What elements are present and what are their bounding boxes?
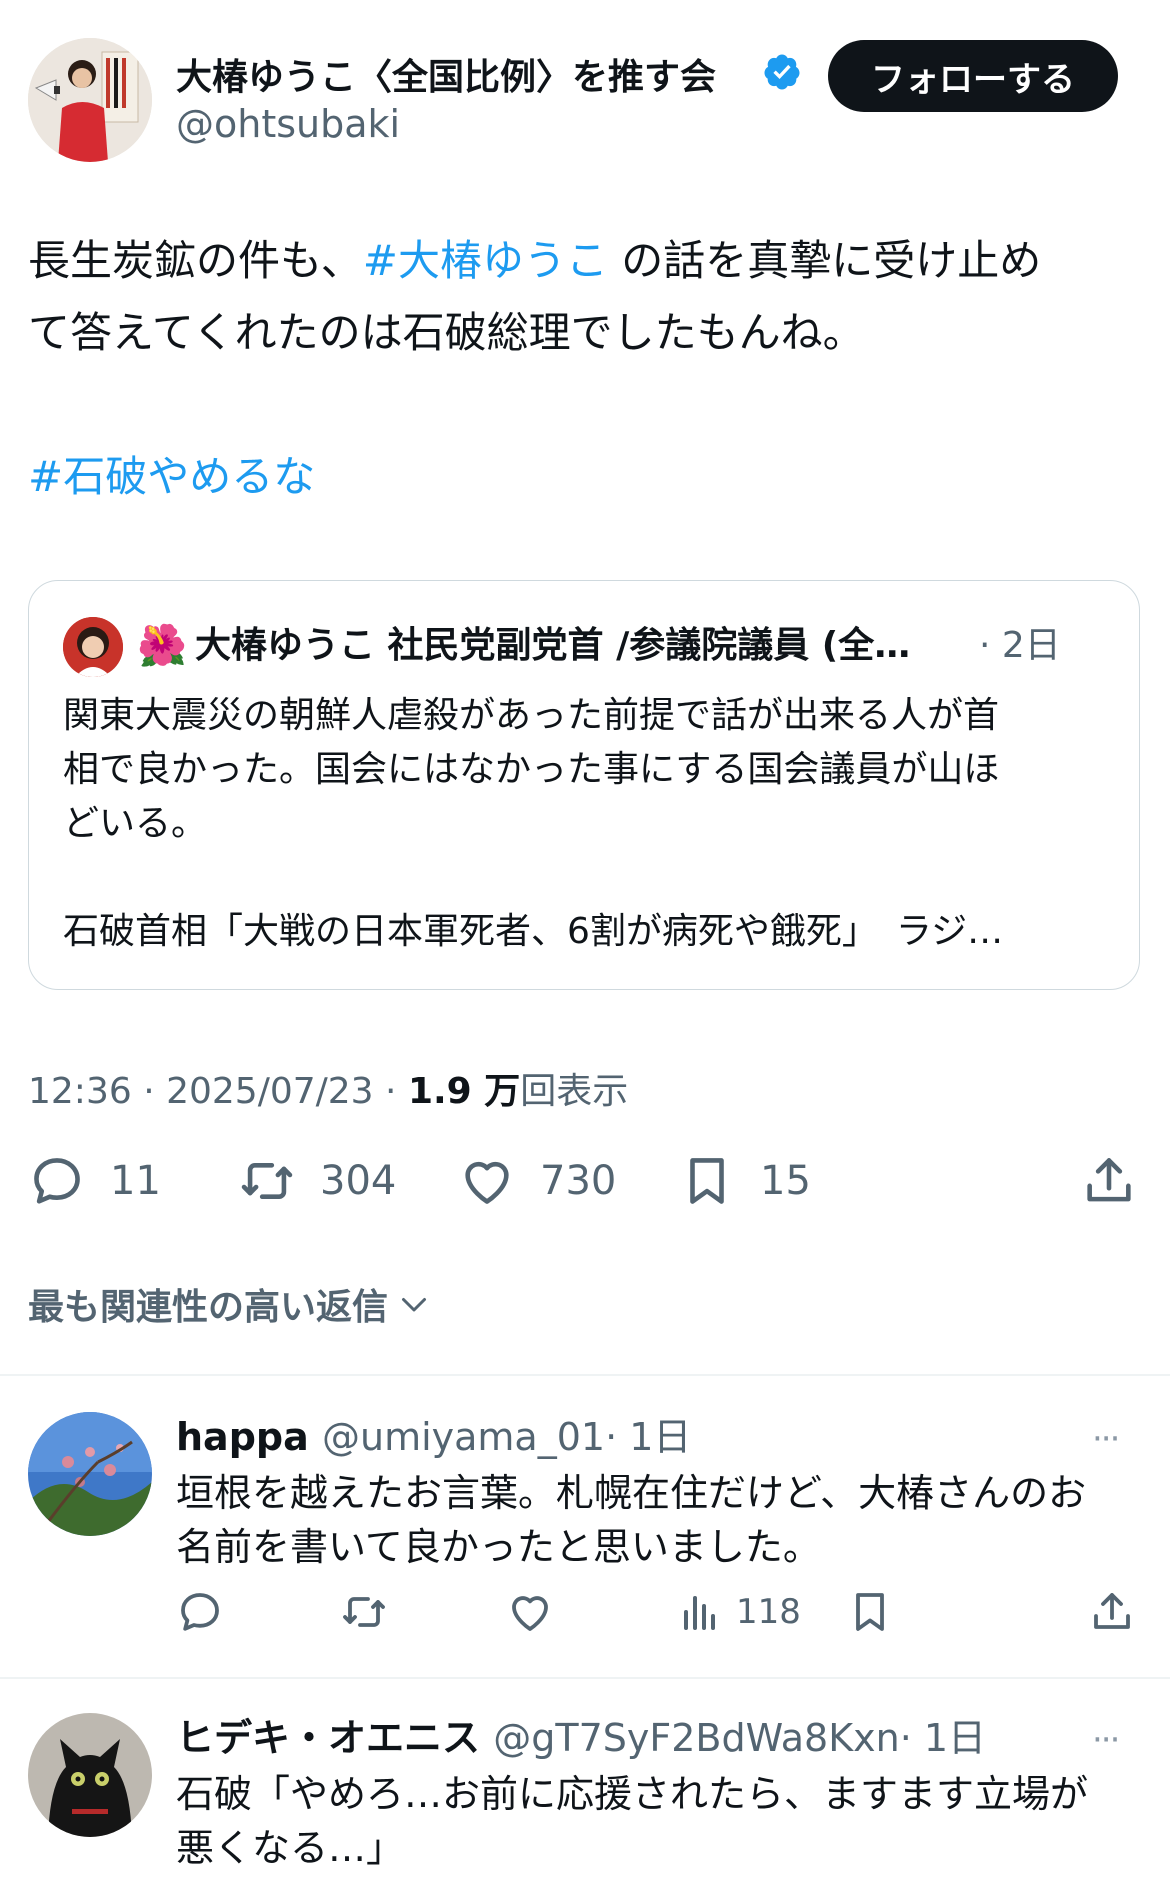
reply-sort-dropdown[interactable]: 最も関連性の高い返信 bbox=[28, 1278, 432, 1330]
reply-item[interactable]: ヒデキ・オエニス @gT7SyF2BdWa8Kxn· 1日 ··· 石破「やめろ… bbox=[0, 1713, 1170, 1887]
tweet-text-segment: 長生炭鉱の件も、 bbox=[28, 236, 363, 285]
follow-button[interactable]: フォローする bbox=[828, 40, 1118, 112]
chevron-down-icon bbox=[402, 1298, 427, 1312]
reply-like-button[interactable] bbox=[506, 1584, 554, 1640]
reply-share-button[interactable] bbox=[1088, 1584, 1136, 1640]
bookmark-icon bbox=[690, 1158, 724, 1204]
reply-author-avatar[interactable] bbox=[28, 1713, 152, 1837]
tweet-date[interactable]: 2025/07/23 bbox=[166, 1071, 374, 1112]
reply-author-display-name: happa bbox=[176, 1415, 309, 1459]
reply-line: 垣根を越えたお言葉。札幌在住だけど、大椿さんのお bbox=[176, 1471, 1087, 1515]
views-count: 1.9 万 bbox=[407, 1071, 521, 1112]
reply-reply-button[interactable] bbox=[176, 1584, 224, 1640]
reply-bookmark-button[interactable] bbox=[846, 1584, 894, 1640]
share-icon bbox=[1087, 1158, 1131, 1202]
reply-text: 石破「やめろ…お前に応援されたら、ますます立場が 悪くなる…」 bbox=[176, 1767, 1136, 1875]
reply-author-avatar[interactable] bbox=[28, 1412, 152, 1536]
tweet-line: て答えてくれたのは石破総理でしたもんね。 bbox=[28, 308, 865, 357]
reply-actions: 118 bbox=[176, 1584, 1136, 1640]
like-icon bbox=[465, 1161, 509, 1204]
reply-author-handle: @gT7SyF2BdWa8Kxn bbox=[493, 1716, 900, 1760]
quoted-tweet-card[interactable]: 🌺 大椿ゆうこ 社民党副党首 /参議院議員 (全… · 2日 関東大震災の朝鮮人… bbox=[28, 580, 1140, 990]
reply-icon bbox=[181, 1593, 219, 1631]
tweet-body: 長生炭鉱の件も、#大椿ゆうこ の話を真摯に受け止め て答えてくれたのは石破総理で… bbox=[28, 225, 1148, 513]
retweet-count: 304 bbox=[320, 1158, 397, 1204]
views-icon bbox=[684, 1596, 715, 1630]
tweet-line: 長生炭鉱の件も、#大椿ゆうこ の話を真摯に受け止め bbox=[28, 225, 1148, 297]
divider bbox=[0, 1374, 1170, 1376]
share-button[interactable] bbox=[1080, 1145, 1138, 1217]
quoted-author-avatar[interactable] bbox=[63, 617, 123, 677]
reply-line: 悪くなる…」 bbox=[176, 1826, 405, 1870]
views-label: 回表示 bbox=[520, 1071, 629, 1112]
tweet-actions: 11 304 730 15 bbox=[28, 1145, 1140, 1217]
author-avatar[interactable] bbox=[28, 38, 152, 162]
reply-sort-label: 最も関連性の高い返信 bbox=[28, 1287, 389, 1328]
tweet-header: 大椿ゆうこ〈全国比例〉を推す会 @ohtsubaki フォローする bbox=[28, 38, 1142, 162]
author-handle[interactable]: @ohtsubaki bbox=[176, 102, 400, 146]
bookmark-icon bbox=[856, 1593, 884, 1631]
reply-line: 名前を書いて良かったと思いました。 bbox=[176, 1525, 821, 1569]
reply-views-count: 118 bbox=[736, 1592, 801, 1632]
reply-author-handle: @umiyama_01 bbox=[321, 1415, 606, 1459]
hashtag-link[interactable]: #大椿ゆうこ bbox=[363, 236, 608, 285]
more-icon[interactable]: ··· bbox=[1092, 1723, 1120, 1757]
reply-time: · 1日 bbox=[605, 1415, 692, 1459]
bookmark-count: 15 bbox=[760, 1158, 811, 1204]
tweet-time[interactable]: 12:36 bbox=[28, 1071, 132, 1112]
reply-item[interactable]: happa @umiyama_01· 1日 ··· 垣根を越えたお言葉。札幌在住… bbox=[0, 1412, 1170, 1652]
bookmark-button[interactable]: 15 bbox=[678, 1145, 811, 1217]
quoted-author-name: 大椿ゆうこ 社民党副党首 /参議院議員 (全… bbox=[195, 625, 911, 666]
reply-retweet-button[interactable] bbox=[340, 1584, 388, 1640]
retweet-icon bbox=[241, 1162, 293, 1200]
reply-author-name[interactable]: ヒデキ・オエニス @gT7SyF2BdWa8Kxn· 1日 bbox=[176, 1713, 986, 1763]
quoted-tweet-text: 関東大震災の朝鮮人虐殺があった前提で話が出来る人が首 相で良かった。国会にはなか… bbox=[63, 689, 1123, 959]
reply-views-button[interactable]: 118 bbox=[676, 1584, 801, 1640]
reply-author-name[interactable]: happa @umiyama_01· 1日 bbox=[176, 1412, 691, 1462]
reply-icon bbox=[34, 1158, 80, 1204]
divider bbox=[0, 1677, 1170, 1679]
tweet-meta: 12:36 · 2025/07/23 · 1.9 万回表示 bbox=[28, 1071, 629, 1112]
quoted-tweet-time: · 2日 bbox=[979, 625, 1061, 666]
hashtag-link[interactable]: #石破やめるな bbox=[28, 452, 315, 501]
author-name[interactable]: 大椿ゆうこ〈全国比例〉を推す会 bbox=[176, 48, 716, 100]
reply-count: 11 bbox=[110, 1158, 161, 1204]
retweet-button[interactable]: 304 bbox=[238, 1145, 396, 1217]
quoted-line: 石破首相「大戦の日本軍死者、6割が病死や餓死」 ラジ… bbox=[63, 911, 1004, 952]
quoted-line: 関東大震災の朝鮮人虐殺があった前提で話が出来る人が首 bbox=[63, 695, 1000, 736]
quoted-line: 相で良かった。国会にはなかった事にする国会議員が山ほ bbox=[63, 749, 1000, 790]
like-button[interactable]: 730 bbox=[458, 1145, 616, 1217]
reply-author-display-name: ヒデキ・オエニス bbox=[176, 1716, 481, 1760]
hibiscus-emoji-icon: 🌺 bbox=[137, 623, 187, 669]
like-count: 730 bbox=[540, 1158, 617, 1204]
like-icon bbox=[512, 1596, 548, 1631]
retweet-icon bbox=[343, 1597, 385, 1627]
share-icon bbox=[1094, 1593, 1130, 1629]
reply-button[interactable]: 11 bbox=[28, 1145, 161, 1217]
reply-line: 石破「やめろ…お前に応援されたら、ますます立場が bbox=[176, 1772, 1089, 1816]
verified-badge-icon bbox=[762, 52, 802, 92]
reply-text: 垣根を越えたお言葉。札幌在住だけど、大椿さんのお 名前を書いて良かったと思いまし… bbox=[176, 1466, 1136, 1574]
tweet-text-segment: の話を真摯に受け止め bbox=[607, 236, 1042, 285]
reply-time: · 1日 bbox=[899, 1716, 987, 1760]
quoted-line bbox=[63, 851, 1123, 905]
more-icon[interactable]: ··· bbox=[1092, 1422, 1120, 1456]
quoted-line: どいる。 bbox=[63, 803, 208, 844]
